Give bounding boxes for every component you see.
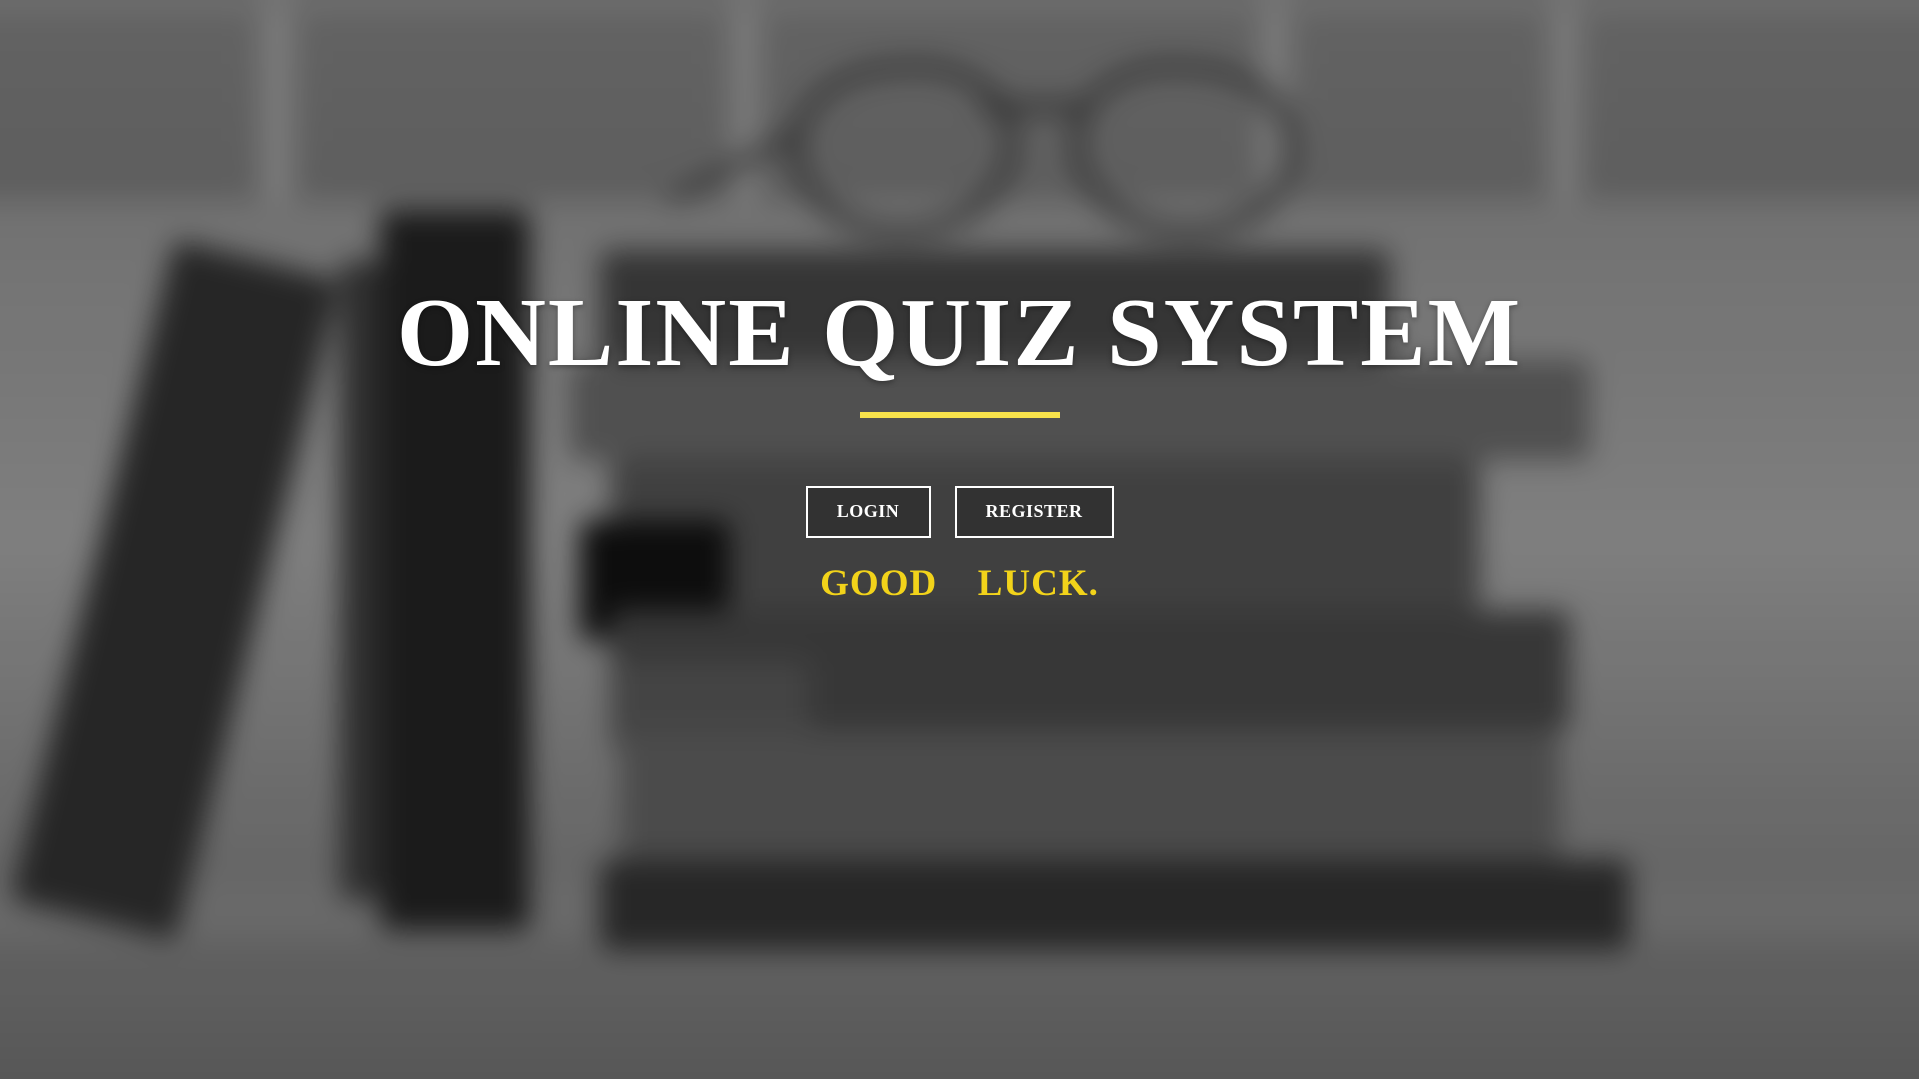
action-buttons: LOGIN REGISTER [0,486,1919,538]
register-button[interactable]: REGISTER [954,486,1114,538]
title-underline-accent [859,412,1060,418]
login-button[interactable]: LOGIN [805,486,931,538]
page-title: ONLINE QUIZ SYSTEM [396,279,1523,387]
good-luck-tagline: GOOD LUCK. [820,563,1099,604]
hero-section: ONLINE QUIZ SYSTEM LOGIN REGISTER GOOD L… [0,278,1919,605]
